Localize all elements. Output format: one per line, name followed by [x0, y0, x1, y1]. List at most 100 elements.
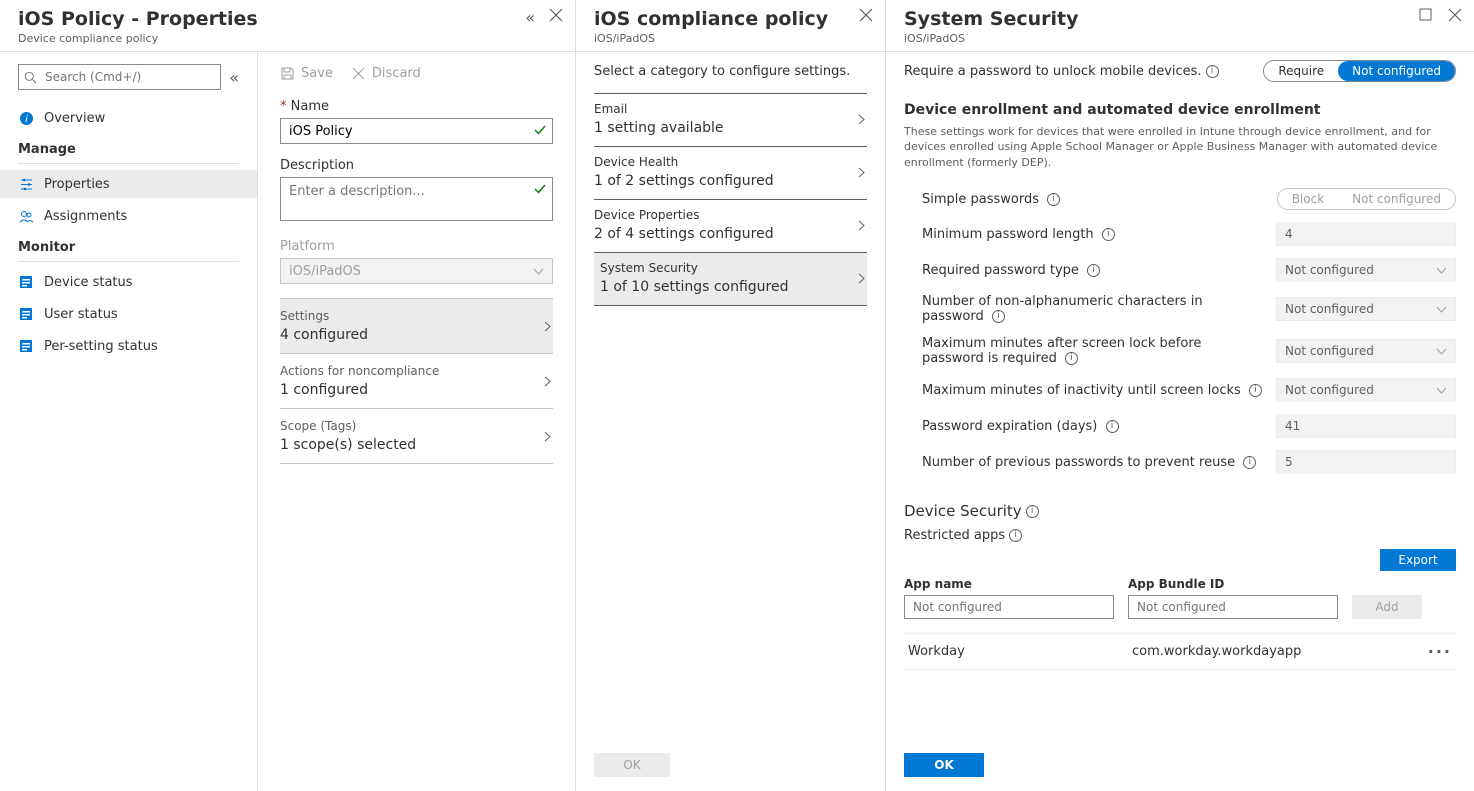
- setting-label: Maximum minutes of inactivity until scre…: [922, 383, 1276, 398]
- description-input[interactable]: [280, 177, 553, 221]
- form-row-actions-for-noncompliance[interactable]: Actions for noncompliance 1 configured: [280, 353, 553, 408]
- report-icon: [18, 274, 34, 290]
- check-icon: [533, 123, 547, 137]
- people-icon: [18, 208, 34, 224]
- info-icon[interactable]: i: [1106, 420, 1119, 433]
- sidebar-item-overview[interactable]: i Overview: [0, 104, 257, 132]
- sidebar-item-assignments[interactable]: Assignments: [0, 202, 257, 230]
- row-value: 1 configured: [280, 382, 439, 398]
- sidebar-item-label: Device status: [44, 275, 133, 290]
- info-icon[interactable]: i: [1026, 505, 1039, 518]
- restricted-apps-heading: Restricted appsi: [904, 528, 1456, 543]
- report-icon: [18, 306, 34, 322]
- chevron-down-icon: [1436, 265, 1447, 276]
- close-icon[interactable]: [1448, 8, 1462, 22]
- info-icon[interactable]: i: [1087, 264, 1100, 277]
- maximize-icon[interactable]: [1419, 8, 1432, 22]
- category-label: Device Health: [594, 155, 774, 169]
- platform-label: Platform: [280, 239, 553, 254]
- setting-label: Minimum password length i: [922, 227, 1276, 242]
- info-icon[interactable]: i: [1009, 529, 1022, 542]
- panel3-subtitle: iOS/iPadOS: [904, 32, 1078, 45]
- category-email[interactable]: Email1 setting available: [594, 93, 867, 146]
- compliance-policy-panel: iOS compliance policy iOS/iPadOS Select …: [576, 0, 886, 791]
- sidebar-item-label: Per-setting status: [44, 339, 158, 354]
- column-app-name: App name: [904, 577, 1114, 591]
- sidebar-item-per-setting-status[interactable]: Per-setting status: [0, 332, 257, 360]
- info-icon[interactable]: i: [1249, 384, 1262, 397]
- category-label: Device Properties: [594, 208, 774, 222]
- chevron-right-icon: [856, 114, 867, 125]
- sidebar-item-label: Assignments: [44, 209, 127, 224]
- row-label: Settings: [280, 309, 368, 323]
- info-icon[interactable]: i: [1065, 352, 1078, 365]
- input-minimum-password-length[interactable]: 4: [1276, 222, 1456, 246]
- properties-panel: iOS Policy - Properties Device complianc…: [0, 0, 576, 791]
- toggle-simple-passwords[interactable]: BlockNot configured: [1277, 188, 1456, 210]
- category-device-properties[interactable]: Device Properties2 of 4 settings configu…: [594, 199, 867, 252]
- search-input[interactable]: [18, 64, 221, 90]
- chevron-down-icon: [1436, 385, 1447, 396]
- search-icon: [24, 71, 37, 84]
- save-icon: [280, 66, 295, 81]
- select-number-of-non-alphanumeric-characters-in-password[interactable]: Not configured: [1276, 297, 1456, 321]
- info-icon[interactable]: i: [1047, 193, 1060, 206]
- ok-button[interactable]: OK: [594, 753, 670, 777]
- info-icon: i: [18, 110, 34, 126]
- input-number-of-previous-passwords-to-prevent-reuse[interactable]: 5: [1276, 450, 1456, 474]
- toggle-require-password[interactable]: Require Not configured: [1263, 60, 1456, 82]
- sidebar-item-properties[interactable]: Properties: [0, 170, 257, 198]
- more-icon[interactable]: ···: [1428, 642, 1452, 661]
- category-device-health[interactable]: Device Health1 of 2 settings configured: [594, 146, 867, 199]
- chevron-down-icon: [1436, 346, 1447, 357]
- form-row-scope-tags-[interactable]: Scope (Tags)1 scope(s) selected: [280, 408, 553, 464]
- category-system-security[interactable]: System Security1 of 10 settings configur…: [594, 252, 867, 306]
- row-value: 1 scope(s) selected: [280, 437, 416, 453]
- collapse-icon[interactable]: «: [525, 8, 535, 27]
- select-maximum-minutes-after-screen-lock-before-password-is-required[interactable]: Not configured: [1276, 339, 1456, 363]
- chevron-right-icon: [542, 431, 553, 442]
- setting-label: Number of non-alphanumeric characters in…: [922, 294, 1276, 324]
- panel1-title: iOS Policy - Properties: [18, 8, 258, 30]
- close-icon[interactable]: [549, 8, 563, 27]
- report-icon: [18, 338, 34, 354]
- export-button[interactable]: Export: [1380, 549, 1456, 571]
- discard-icon: [351, 66, 366, 81]
- input-password-expiration-days-[interactable]: 41: [1276, 414, 1456, 438]
- app-name-input[interactable]: [904, 595, 1114, 619]
- setting-label: Simple passwords i: [922, 192, 1277, 207]
- setting-label: Password expiration (days) i: [922, 419, 1276, 434]
- bundle-id-cell: com.workday.workdayapp: [1132, 644, 1428, 659]
- column-bundle-id: App Bundle ID: [1128, 577, 1456, 591]
- add-button[interactable]: Add: [1352, 595, 1422, 619]
- info-icon[interactable]: i: [992, 310, 1005, 323]
- chevron-down-icon: [533, 266, 544, 277]
- row-label: Actions for noncompliance: [280, 364, 439, 378]
- select-maximum-minutes-of-inactivity-until-screen-locks[interactable]: Not configured: [1276, 378, 1456, 402]
- discard-label: Discard: [372, 66, 421, 81]
- discard-button[interactable]: Discard: [351, 66, 421, 81]
- category-label: Email: [594, 102, 724, 116]
- row-value: 4 configured: [280, 327, 368, 343]
- sidebar-item-label: Overview: [44, 111, 105, 126]
- name-input[interactable]: [280, 118, 553, 144]
- close-icon[interactable]: [859, 8, 873, 22]
- app-name-cell: Workday: [908, 644, 1132, 659]
- ok-button[interactable]: OK: [904, 753, 984, 777]
- select-required-password-type[interactable]: Not configured: [1276, 258, 1456, 282]
- save-button[interactable]: Save: [280, 66, 333, 81]
- form-row-settings[interactable]: Settings 4 configured: [280, 298, 553, 353]
- chevron-down-icon: [1436, 304, 1447, 315]
- sidebar-item-device-status[interactable]: Device status: [0, 268, 257, 296]
- panel1-subtitle: Device compliance policy: [18, 32, 258, 45]
- bundle-id-input[interactable]: [1128, 595, 1338, 619]
- sliders-icon: [18, 176, 34, 192]
- check-icon: [533, 182, 547, 196]
- info-icon[interactable]: i: [1206, 65, 1219, 78]
- panel2-subtitle: iOS/iPadOS: [594, 32, 828, 45]
- collapse-search-icon[interactable]: «: [229, 68, 239, 87]
- sidebar-item-user-status[interactable]: User status: [0, 300, 257, 328]
- system-security-panel: System Security iOS/iPadOS Require a pas…: [886, 0, 1474, 791]
- info-icon[interactable]: i: [1102, 228, 1115, 241]
- info-icon[interactable]: i: [1243, 456, 1256, 469]
